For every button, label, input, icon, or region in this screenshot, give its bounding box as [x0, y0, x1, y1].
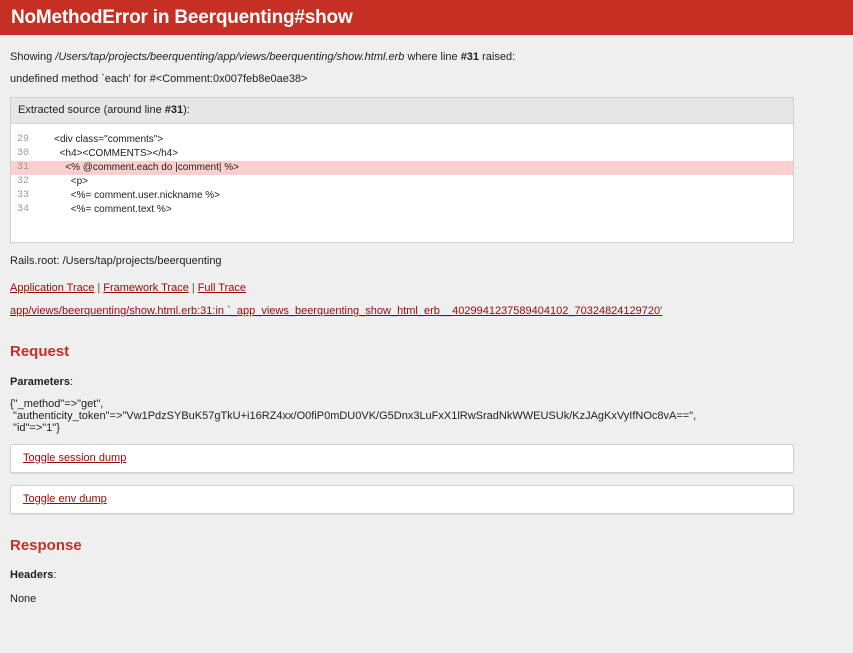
- source-head-line: #31: [164, 104, 184, 116]
- code-text: <% @comment.each do |comment| %>: [43, 162, 239, 173]
- page-title: NoMethodError in Beerquenting#show: [11, 6, 353, 28]
- error-message: undefined method `each' for #<Comment:0x…: [10, 73, 308, 85]
- source-head-suffix: ):: [183, 104, 190, 116]
- env-dump-panel: Toggle env dump: [10, 485, 794, 514]
- line-number: 33: [17, 190, 30, 201]
- line-number: 30: [17, 148, 30, 159]
- extracted-source-header: Extracted source (around line #31):: [11, 98, 793, 124]
- source-line: 34 <%= comment.text %>: [11, 203, 793, 217]
- trace-links: Application Trace | Framework Trace | Full T…: [10, 281, 843, 295]
- source-line: 29 <div class="comments">: [11, 133, 793, 147]
- code-text: <div class="comments">: [43, 134, 164, 145]
- line-number: 29: [17, 134, 30, 145]
- trace-separator: |: [97, 282, 101, 294]
- response-heading: Response: [10, 537, 82, 554]
- source-code: 29 <div class="comments"> 30 <h4><COMMEN…: [11, 124, 793, 242]
- error-line-number: #31: [460, 51, 480, 63]
- parameters-value: {"_method"=>"get", "authenticity_token"=…: [10, 398, 697, 434]
- extracted-source: Extracted source (around line #31): 29 <…: [10, 97, 794, 243]
- trace-separator: |: [191, 282, 195, 294]
- template-path: /Users/tap/projects/beerquenting/app/vie…: [55, 51, 405, 63]
- source-head-prefix: Extracted source (around line: [18, 104, 165, 116]
- trace-path-link[interactable]: app/views/beerquenting/show.html.erb:31:…: [10, 305, 662, 317]
- headers-label: Headers: [10, 569, 54, 581]
- showing-middle: where line: [404, 51, 461, 63]
- request-heading: Request: [10, 343, 70, 360]
- line-number: 32: [17, 176, 30, 187]
- showing-line: Showing /Users/tap/projects/beerquenting…: [10, 50, 843, 64]
- headers-value: None: [10, 593, 37, 605]
- code-text: <%= comment.text %>: [43, 204, 172, 215]
- showing-prefix: Showing: [10, 51, 56, 63]
- code-text: <p>: [43, 176, 89, 187]
- showing-suffix: raised:: [479, 51, 516, 63]
- line-number: 34: [17, 204, 30, 215]
- full-trace-link[interactable]: Full Trace: [198, 282, 246, 294]
- source-line-highlighted: 31 <% @comment.each do |comment| %>: [11, 161, 793, 175]
- main-content: Showing /Users/tap/projects/beerquenting…: [0, 50, 853, 606]
- error-header: NoMethodError in Beerquenting#show: [0, 0, 853, 35]
- toggle-env-dump-link[interactable]: Toggle env dump: [23, 493, 107, 505]
- source-line: 30 <h4><COMMENTS></h4>: [11, 147, 793, 161]
- application-trace-link[interactable]: Application Trace: [10, 282, 94, 294]
- code-text: <%= comment.user.nickname %>: [43, 190, 221, 201]
- trace-path: app/views/beerquenting/show.html.erb:31:…: [10, 304, 843, 318]
- parameters-label-row: Parameters:: [10, 376, 73, 388]
- rails-root: Rails.root: /Users/tap/projects/beerquen…: [10, 255, 222, 267]
- parameters-label: Parameters: [10, 376, 70, 388]
- code-text: <h4><COMMENTS></h4>: [43, 148, 179, 159]
- toggle-session-dump-link[interactable]: Toggle session dump: [23, 452, 126, 464]
- framework-trace-link[interactable]: Framework Trace: [103, 282, 189, 294]
- headers-label-row: Headers:: [10, 569, 57, 581]
- session-dump-panel: Toggle session dump: [10, 444, 794, 473]
- source-line: 32 <p>: [11, 175, 793, 189]
- line-number: 31: [17, 162, 30, 173]
- source-line: 33 <%= comment.user.nickname %>: [11, 189, 793, 203]
